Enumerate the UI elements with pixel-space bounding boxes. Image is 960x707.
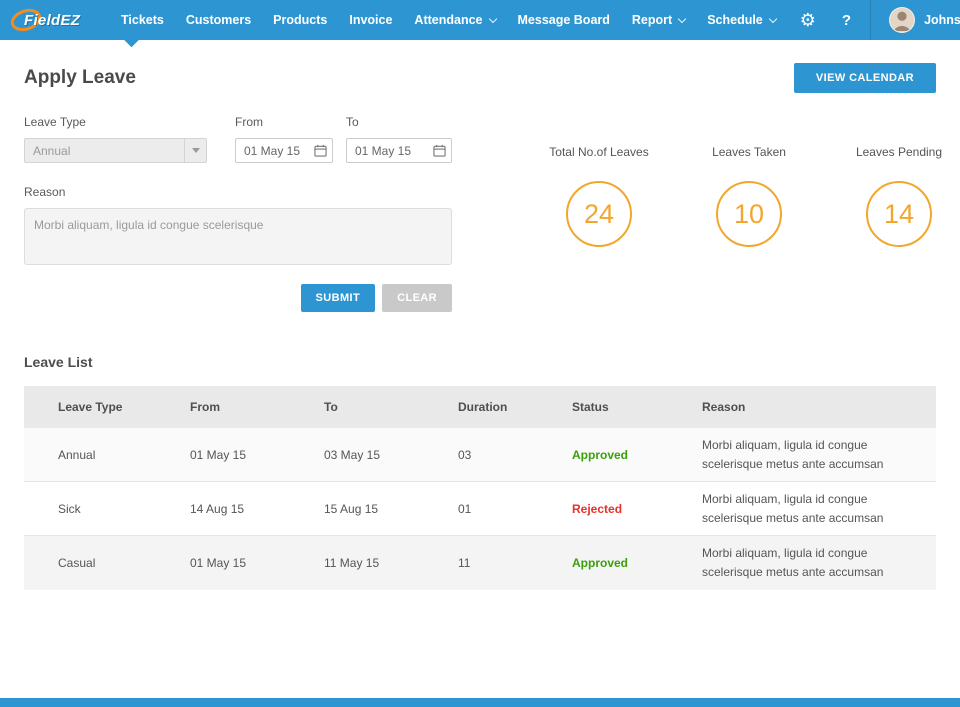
footer-bar [0, 698, 960, 707]
nav-item-report[interactable]: Report [621, 0, 696, 40]
from-label: From [235, 115, 263, 129]
cell-to: 03 May 15 [324, 447, 381, 462]
view-calendar-button[interactable]: VIEW CALENDAR [793, 63, 936, 93]
stat-leaves-pending: Leaves Pending 14 [824, 145, 960, 312]
main-content: Apply Leave VIEW CALENDAR Leave Type Ann… [0, 63, 960, 590]
calendar-icon[interactable] [433, 144, 446, 162]
help-icon[interactable]: ? [829, 0, 864, 40]
leave-type-label: Leave Type [24, 115, 86, 129]
cell-from: 14 Aug 15 [190, 501, 245, 516]
nav-item-label: Report [631, 13, 673, 27]
status-badge: Approved [572, 447, 629, 462]
stat-total-leaves: Total No.of Leaves 24 [524, 145, 674, 312]
cell-leave-type: Casual [58, 555, 96, 570]
nav-item-products[interactable]: Products [262, 0, 338, 40]
title-row: Apply Leave VIEW CALENDAR [24, 63, 936, 93]
table-header: Leave Type From To Duration Status Reaso… [24, 386, 936, 428]
col-status: Status [538, 386, 668, 428]
nav-item-label: Message Board [517, 13, 610, 27]
leave-form: Leave Type Annual From 01 May 15 To 01 M… [24, 115, 452, 312]
select-arrow-icon [184, 139, 206, 162]
col-duration: Duration [424, 386, 538, 428]
stat-value-ring: 10 [716, 181, 782, 247]
cell-duration: 03 [458, 447, 472, 462]
gear-icon[interactable]: ⚙ [787, 0, 829, 40]
cell-from: 01 May 15 [190, 555, 247, 570]
nav-right-controls: ⚙ ? Johnson [787, 0, 960, 40]
stat-leaves-taken: Leaves Taken 10 [674, 145, 824, 312]
leave-stats: Total No.of Leaves 24 Leaves Taken 10 Le… [452, 115, 960, 312]
stat-value-ring: 14 [866, 181, 932, 247]
nav-divider [870, 0, 872, 40]
cell-leave-type: Sick [58, 501, 81, 516]
leave-type-group: Leave Type Annual [24, 115, 207, 163]
user-name: Johnson [924, 13, 960, 27]
nav-item-label: Schedule [707, 13, 763, 27]
to-date-group: To [346, 115, 452, 163]
nav-item-attendance[interactable]: Attendance [403, 0, 506, 40]
nav-item-invoice[interactable]: Invoice [338, 0, 403, 40]
cell-to: 15 Aug 15 [324, 501, 379, 516]
nav-item-label: Customers [185, 13, 252, 27]
nav-item-tickets[interactable]: Tickets [110, 0, 175, 40]
avatar-silhouette-icon [892, 11, 912, 31]
from-date-group: From [235, 115, 333, 163]
nav-item-label: Attendance [414, 13, 483, 27]
top-navbar: FieldEZ Tickets Customers Products Invoi… [0, 0, 960, 40]
nav-item-schedule[interactable]: Schedule [696, 0, 787, 40]
clear-button[interactable]: CLEAR [382, 284, 452, 312]
calendar-icon[interactable] [314, 144, 327, 162]
brand-logo[interactable]: FieldEZ [10, 0, 110, 40]
stat-label: Total No.of Leaves [549, 145, 649, 159]
leave-list-title: Leave List [24, 354, 93, 370]
nav-menu: Tickets Customers Products Invoice Atten… [110, 0, 787, 40]
col-to: To [290, 386, 424, 428]
reason-group: Reason Morbi aliquam, ligula id congue s… [24, 185, 452, 265]
nav-item-customers[interactable]: Customers [175, 0, 262, 40]
cell-leave-type: Annual [58, 447, 96, 462]
user-menu[interactable]: Johnson [877, 0, 960, 40]
nav-item-label: Tickets [121, 13, 164, 27]
col-reason: Reason [668, 386, 936, 428]
cell-duration: 01 [458, 501, 472, 516]
brand-text: FieldEZ [24, 11, 81, 29]
nav-item-label: Products [273, 13, 328, 27]
reason-label: Reason [24, 185, 66, 199]
leave-type-select[interactable]: Annual [24, 138, 207, 163]
table-row[interactable]: Sick 14 Aug 15 15 Aug 15 01 Rejected Mor… [24, 481, 936, 536]
nav-item-label: Invoice [349, 13, 393, 27]
form-line-dates: Leave Type Annual From 01 May 15 To 01 M… [24, 115, 452, 163]
leave-type-value: Annual [33, 143, 71, 158]
submit-button[interactable]: SUBMIT [300, 284, 376, 312]
chevron-down-icon [488, 14, 497, 23]
cell-to: 11 May 15 [324, 555, 380, 570]
cell-reason: Morbi aliquam, ligula id congue sceleris… [702, 438, 884, 471]
stat-label: Leaves Pending [855, 145, 943, 159]
form-buttons: SUBMIT CLEAR [24, 284, 452, 312]
nav-item-message-board[interactable]: Message Board [507, 0, 621, 40]
stat-value-ring: 24 [566, 181, 632, 247]
col-leave-type: Leave Type [24, 386, 156, 428]
table-row[interactable]: Annual 01 May 15 03 May 15 03 Approved M… [24, 428, 936, 482]
stat-label: Leaves Taken [712, 145, 786, 159]
cell-duration: 11 [458, 555, 471, 570]
avatar [889, 7, 916, 33]
leave-list-table: Leave Type From To Duration Status Reaso… [24, 386, 936, 590]
chevron-down-icon [768, 14, 778, 23]
status-badge: Approved [572, 555, 629, 570]
col-from: From [156, 386, 290, 428]
table-row[interactable]: Casual 01 May 15 11 May 15 11 Approved M… [24, 535, 936, 590]
status-badge: Rejected [572, 501, 623, 516]
from-date-wrap [235, 138, 333, 163]
chevron-down-icon [677, 14, 687, 23]
cell-reason: Morbi aliquam, ligula id congue sceleris… [702, 546, 884, 579]
cell-reason: Morbi aliquam, ligula id congue sceleris… [702, 492, 884, 525]
to-date-wrap [346, 138, 452, 163]
page-title: Apply Leave [24, 67, 136, 88]
to-label: To [346, 115, 359, 129]
cell-from: 01 May 15 [190, 447, 247, 462]
reason-textarea[interactable]: Morbi aliquam, ligula id congue sceleris… [24, 208, 452, 265]
apply-leave-section: Leave Type Annual From 01 May 15 To 01 M… [24, 115, 942, 312]
